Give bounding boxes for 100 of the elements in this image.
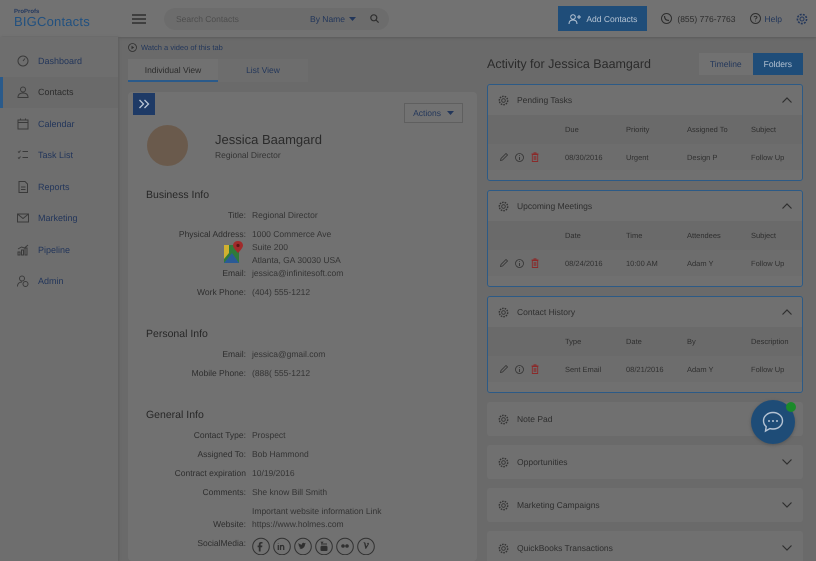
panel-title[interactable]: Upcoming Meetings: [517, 201, 592, 211]
actions-dropdown[interactable]: Actions: [404, 103, 463, 123]
field-value: Suite 200: [252, 241, 289, 254]
photo-placeholder: [147, 125, 188, 166]
field-value: Atlanta, GA 30030 USA: [252, 254, 341, 267]
gear-icon[interactable]: [498, 456, 509, 468]
envelope-icon: [17, 212, 29, 224]
sidebar-item[interactable]: Contacts: [0, 76, 118, 108]
collapse-icon[interactable]: [782, 97, 792, 103]
users-icon: [17, 275, 29, 288]
activity-heading: Activity for Jessica Baamgard: [487, 57, 651, 71]
field-value: 10/19/2016: [252, 467, 295, 480]
search-icon[interactable]: [370, 14, 379, 23]
sidebar-item[interactable]: Marketing: [0, 202, 118, 234]
info-icon[interactable]: [515, 364, 524, 374]
vimeo-icon[interactable]: [357, 537, 375, 555]
field-label: Contact Type:: [192, 429, 246, 442]
trash-icon[interactable]: [531, 258, 539, 268]
settings-icon[interactable]: [796, 12, 808, 24]
info-icon[interactable]: [515, 258, 524, 268]
info-icon[interactable]: [515, 152, 524, 162]
panel-title[interactable]: Contact History: [517, 307, 576, 317]
field-value: jessica@gmail.com: [252, 348, 326, 361]
calendar-icon: [17, 118, 29, 130]
field-label: Mobile Phone:: [190, 367, 246, 380]
collapse-icon[interactable]: [782, 309, 792, 315]
pencil-icon[interactable]: [500, 259, 508, 267]
phone-number: (855) 776-7763: [677, 14, 736, 24]
add-person-icon: [568, 14, 582, 24]
collapse-icon[interactable]: [782, 203, 792, 209]
gear-icon[interactable]: [498, 306, 509, 318]
field-value: (888( 555-1212: [252, 367, 310, 380]
filter-dropdown[interactable]: By Name: [310, 14, 356, 24]
checklist-icon: [17, 149, 29, 162]
field-value: Prospect: [252, 429, 286, 442]
panel-title[interactable]: Opportunities: [517, 457, 568, 467]
gear-icon[interactable]: [498, 200, 509, 212]
sidebar-item[interactable]: Admin: [0, 266, 118, 297]
panel-title[interactable]: QuickBooks Transactions: [517, 543, 613, 553]
panel-title[interactable]: Marketing Campaigns: [517, 500, 600, 510]
menu-icon[interactable]: [132, 14, 146, 24]
play-icon: [128, 43, 137, 52]
field-value: 1000 Commerce Ave: [252, 228, 332, 241]
gear-icon[interactable]: [498, 94, 509, 106]
field-label: Website:: [212, 518, 246, 531]
sidebar-item[interactable]: Dashboard: [0, 45, 118, 76]
person-icon: [17, 86, 29, 98]
gear-icon[interactable]: [498, 500, 509, 510]
field-label: SocialMedia:: [196, 537, 246, 550]
gauge-icon: [17, 54, 29, 67]
field-label: Contract expiration: [174, 467, 246, 480]
trash-icon[interactable]: [531, 364, 539, 374]
view-toggle[interactable]: Folders: [752, 53, 803, 75]
field-label: Title:: [226, 209, 246, 222]
section-heading: Business Info: [146, 189, 210, 201]
expand-icon[interactable]: [782, 502, 792, 508]
youtube-icon[interactable]: [315, 537, 333, 555]
field-value: Regional Director: [252, 209, 318, 222]
flickr-icon[interactable]: [336, 537, 354, 555]
add-contacts-button[interactable]: Add Contacts: [558, 6, 648, 31]
sidebar-item[interactable]: Task List: [0, 140, 118, 171]
phone-icon: [661, 13, 672, 24]
gear-icon[interactable]: [498, 414, 509, 424]
view-tab[interactable]: Individual View: [128, 59, 218, 82]
panel-title[interactable]: Note Pad: [517, 414, 552, 424]
expand-button[interactable]: [133, 93, 155, 115]
section-heading: General Info: [146, 409, 205, 421]
expand-icon[interactable]: [782, 545, 792, 551]
caret-icon: [447, 111, 454, 115]
panel-title[interactable]: Pending Tasks: [517, 95, 572, 105]
chat-bubble-icon: [762, 411, 784, 433]
trash-icon[interactable]: [531, 152, 539, 162]
field-value: Bob Hammond: [252, 448, 309, 461]
view-toggle[interactable]: Timeline: [698, 53, 753, 75]
linkedin-icon[interactable]: [273, 537, 291, 555]
bar-chart-icon: [17, 244, 29, 256]
help-link[interactable]: Help: [750, 13, 782, 24]
pencil-icon[interactable]: [500, 153, 508, 161]
sidebar-item[interactable]: Reports: [0, 171, 118, 202]
gear-icon[interactable]: [498, 542, 509, 554]
double-chevron-icon: [138, 99, 150, 109]
chat-button[interactable]: [751, 400, 795, 444]
field-value: (404) 555-1212: [252, 286, 310, 299]
caret-icon: [349, 16, 356, 20]
field-value: Important website information Link: [252, 505, 382, 518]
field-label: Comments:: [202, 486, 246, 499]
pencil-icon[interactable]: [500, 365, 508, 373]
field-value: She know Bill Smith: [252, 486, 328, 499]
twitter-icon[interactable]: [294, 537, 312, 555]
facebook-icon[interactable]: [252, 537, 270, 555]
expand-icon[interactable]: [782, 459, 792, 465]
field-value: jessica@infinitesoft.com: [252, 267, 344, 280]
brand-logo: BIGContacts: [14, 15, 91, 28]
section-heading: Personal Info: [146, 328, 209, 340]
sidebar-item[interactable]: Calendar: [0, 108, 118, 140]
field-label: Email:: [221, 267, 246, 280]
field-label: Physical Address:: [178, 228, 246, 241]
document-icon: [17, 180, 29, 193]
field-label: Work Phone:: [196, 286, 246, 299]
sidebar-item[interactable]: Pipeline: [0, 234, 118, 266]
